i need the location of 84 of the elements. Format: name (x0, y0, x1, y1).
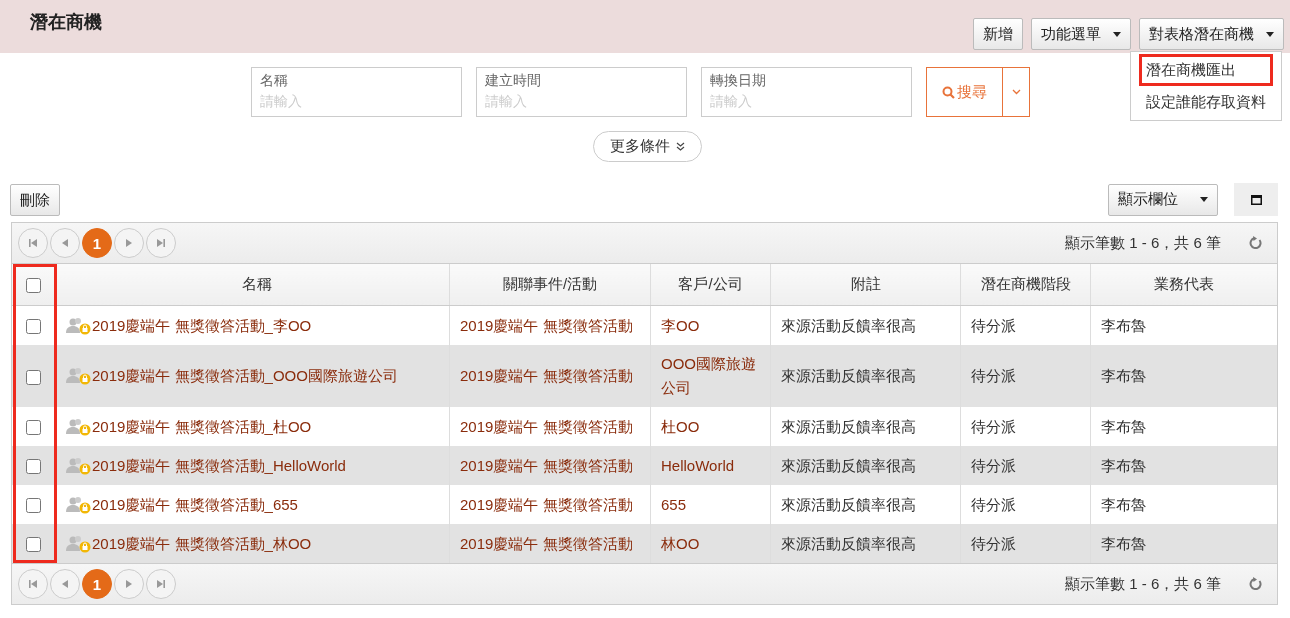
header-button[interactable]: 新增 (973, 18, 1023, 50)
lead-name-link[interactable]: 2019慶端午 無獎徵答活動_李OO (92, 313, 312, 338)
last-page-icon (157, 580, 165, 588)
rep-cell-text: 李布魯 (1101, 416, 1147, 437)
search-icon (942, 85, 955, 99)
rep-cell-text: 李布魯 (1101, 494, 1147, 515)
contact-lock-icon (66, 456, 92, 475)
rep-cell-text: 李布魯 (1101, 533, 1147, 554)
stage-cell-text: 待分派 (971, 416, 1017, 437)
first-page-button[interactable] (18, 569, 48, 599)
next-page-button[interactable] (114, 228, 144, 258)
page-title: 潛在商機 (30, 11, 102, 34)
column-header[interactable]: 客戶/公司 (650, 264, 771, 306)
stage-cell-text: 待分派 (971, 315, 1017, 336)
record-count: 顯示筆數 1 - 6，共 6 筆 (1065, 574, 1221, 594)
field-label: 名稱 (260, 72, 289, 90)
note-cell-text: 來源活動反饋率很高 (781, 366, 917, 386)
previous-page-button[interactable] (50, 228, 80, 258)
chevron-down-icon (1011, 89, 1021, 95)
stage-cell-text: 待分派 (971, 455, 1017, 476)
next-page-button[interactable] (114, 569, 144, 599)
event-link[interactable]: 2019慶端午 無獎徵答活動 (460, 313, 640, 338)
row-checkbox[interactable] (26, 420, 41, 436)
header-button[interactable]: 功能選單 (1031, 18, 1131, 50)
select-all-checkbox[interactable] (26, 278, 41, 294)
contact-lock-icon (66, 316, 92, 335)
note-cell-text: 來源活動反饋率很高 (781, 315, 917, 336)
columns-button[interactable]: 顯示欄位 (1108, 183, 1218, 216)
row-checkbox[interactable] (26, 537, 41, 553)
client-link[interactable]: 655 (661, 492, 760, 517)
contact-lock-icon (66, 534, 92, 553)
first-page-icon (29, 239, 37, 247)
next-icon (126, 239, 132, 247)
contact-lock-icon (66, 367, 92, 385)
rep-cell-text: 李布魯 (1101, 366, 1147, 386)
note-cell-text: 來源活動反饋率很高 (781, 533, 917, 554)
menu-item[interactable]: 潛在商機匯出 (1139, 54, 1273, 86)
field-label: 建立時間 (485, 72, 542, 90)
client-link[interactable]: 李OO (661, 313, 760, 338)
column-header[interactable]: 關聯事件/活動 (449, 264, 651, 306)
row-checkbox[interactable] (26, 498, 41, 514)
stage-cell-text: 待分派 (971, 533, 1017, 554)
header-button[interactable]: 對表格潛在商機 (1139, 18, 1284, 50)
first-page-icon (29, 580, 37, 588)
lead-name-link[interactable]: 2019慶端午 無獎徵答活動_655 (92, 492, 298, 517)
previous-icon (62, 239, 68, 247)
last-page-button[interactable] (146, 228, 176, 258)
previous-icon (62, 580, 68, 588)
column-header[interactable]: 附註 (770, 264, 961, 306)
rep-cell-text: 李布魯 (1101, 455, 1147, 476)
note-cell-text: 來源活動反饋率很高 (781, 455, 917, 476)
delete-button[interactable]: 刪除 (10, 184, 60, 216)
next-icon (126, 580, 132, 588)
lead-name-link[interactable]: 2019慶端午 無獎徵答活動_杜OO (92, 414, 312, 439)
caret-icon (1200, 197, 1208, 202)
first-page-button[interactable] (18, 228, 48, 258)
event-link[interactable]: 2019慶端午 無獎徵答活動 (460, 492, 640, 517)
field-label: 轉換日期 (710, 72, 767, 90)
double-chevron-down-icon (676, 142, 685, 151)
stage-cell-text: 待分派 (971, 494, 1017, 515)
stage-cell-text: 待分派 (971, 366, 1017, 386)
note-cell-text: 來源活動反饋率很高 (781, 416, 917, 437)
refresh-icon[interactable] (1249, 236, 1263, 250)
note-cell-text: 來源活動反饋率很高 (781, 494, 917, 515)
column-header[interactable]: 名稱 (55, 264, 450, 306)
maximize-button[interactable] (1234, 183, 1278, 216)
window-icon (1250, 194, 1262, 205)
row-checkbox[interactable] (26, 319, 41, 335)
menu-item[interactable]: 設定誰能存取資料 (1139, 86, 1273, 118)
previous-page-button[interactable] (50, 569, 80, 599)
client-link[interactable]: 杜OO (661, 414, 760, 439)
contact-lock-icon (66, 417, 92, 436)
row-checkbox[interactable] (26, 369, 41, 385)
event-link[interactable]: 2019慶端午 無獎徵答活動 (460, 414, 640, 439)
refresh-icon[interactable] (1249, 577, 1263, 591)
last-page-button[interactable] (146, 569, 176, 599)
last-page-icon (157, 239, 165, 247)
record-count: 顯示筆數 1 - 6，共 6 筆 (1065, 233, 1221, 253)
contact-lock-icon (66, 495, 92, 514)
more-filters-button[interactable]: 更多條件 (593, 131, 702, 162)
row-checkbox[interactable] (26, 459, 41, 475)
rep-cell-text: 李布魯 (1101, 315, 1147, 336)
column-header[interactable]: 潛在商機階段 (960, 264, 1091, 306)
column-header[interactable]: 業務代表 (1090, 264, 1277, 306)
